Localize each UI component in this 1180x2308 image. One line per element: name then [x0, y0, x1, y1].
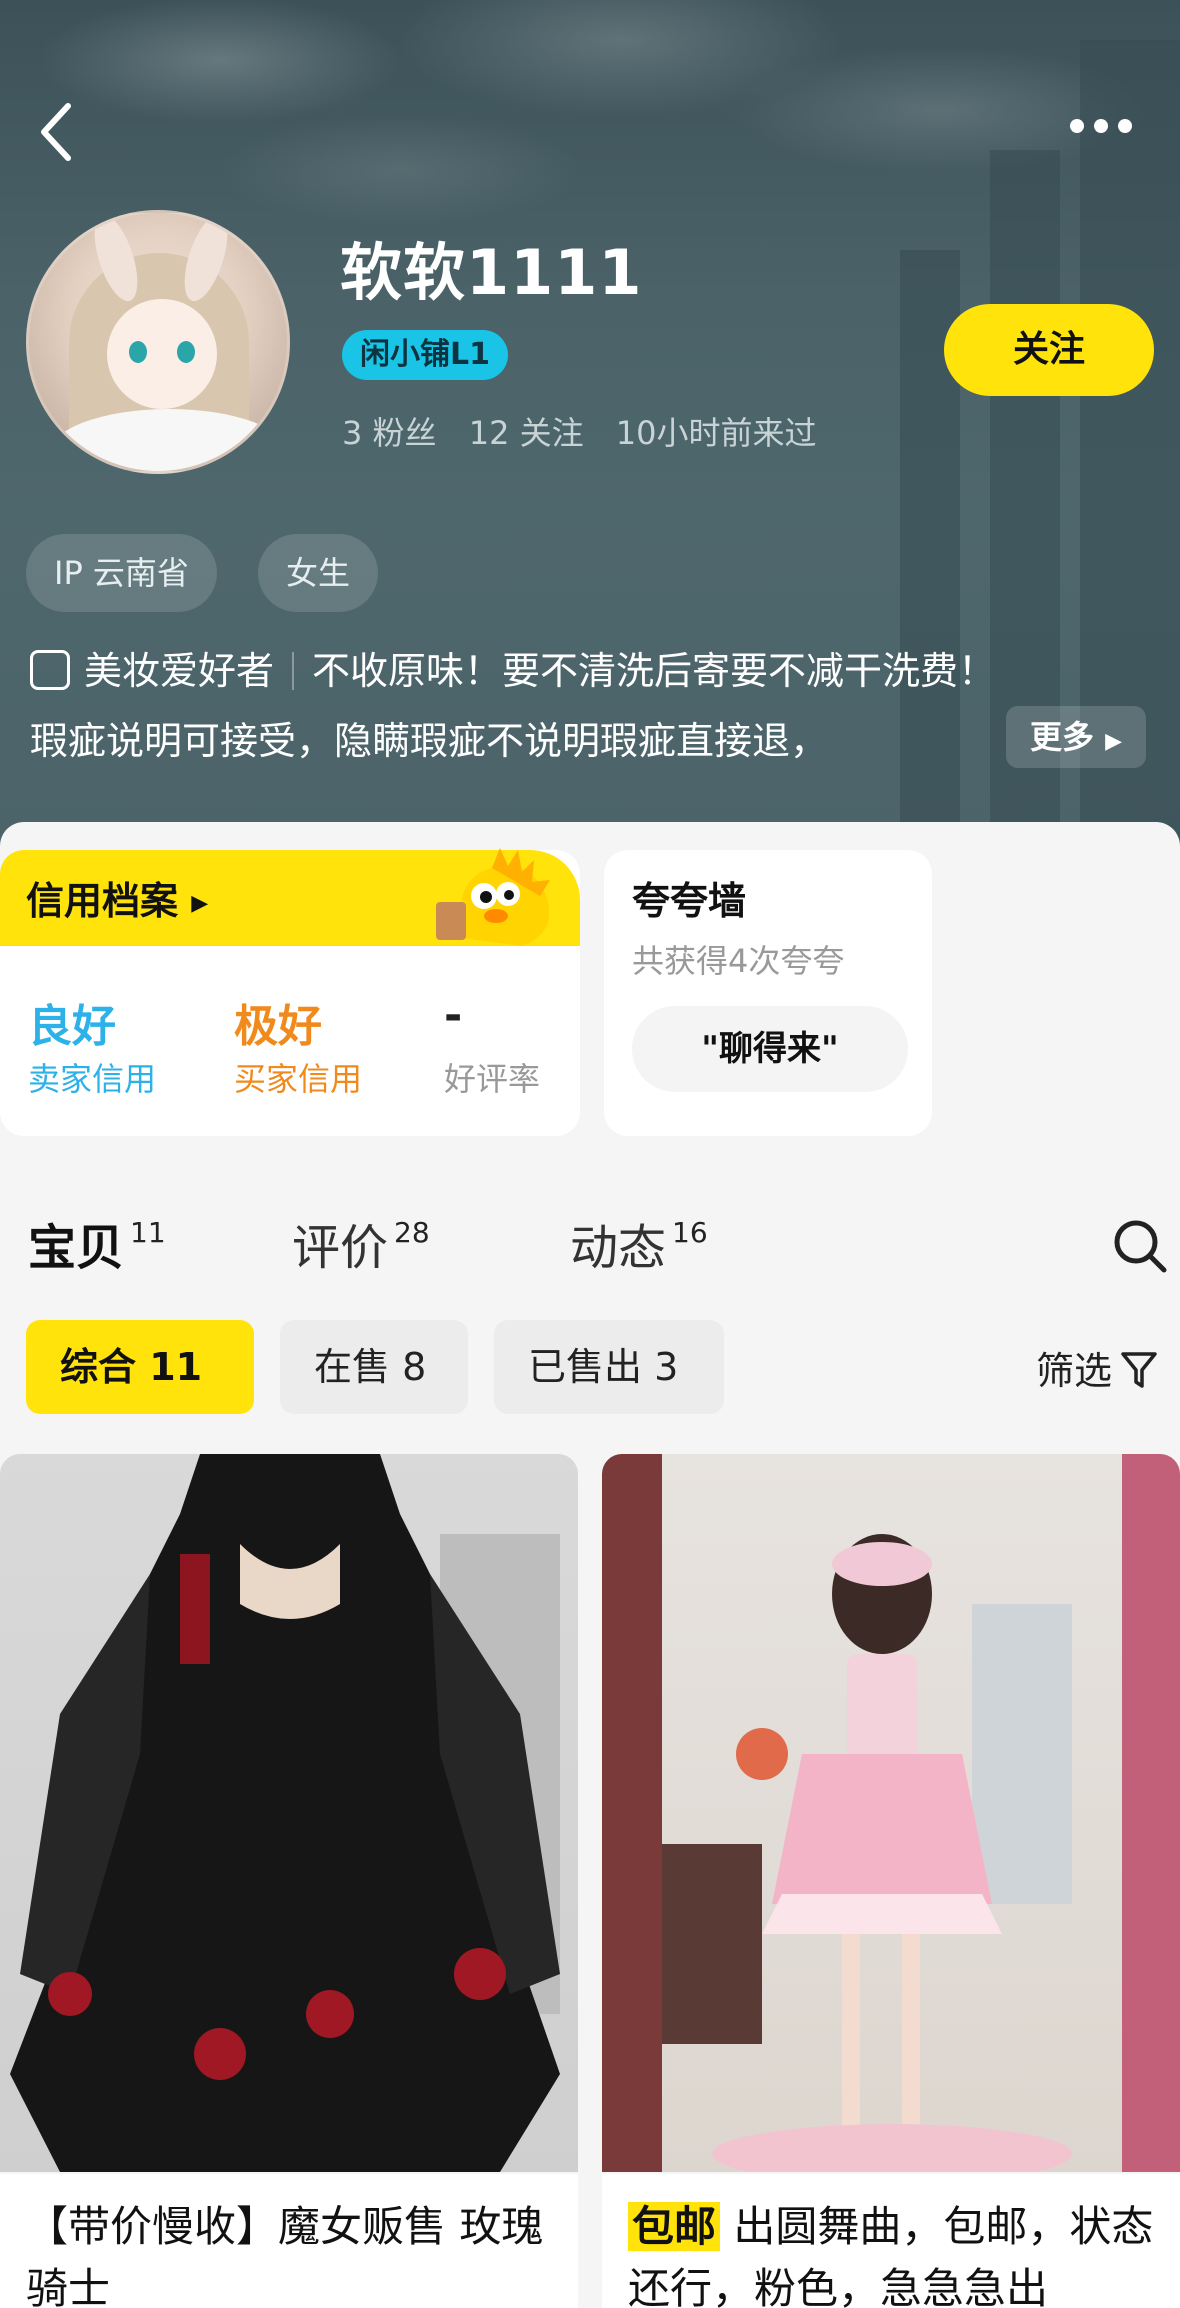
- bio-category: 美妆爱好者: [84, 649, 275, 693]
- free-shipping-tag: 包邮: [628, 2202, 721, 2251]
- ip-location-tag: IP 云南省: [26, 534, 217, 612]
- seller-credit-value: 良好: [28, 1001, 116, 1052]
- dress-image: [10, 1454, 560, 2172]
- product-caption-2[interactable]: 包邮 出圆舞曲，包邮，状态还行，粉色，急急急出: [602, 2174, 1180, 2308]
- followers-count[interactable]: 3 粉丝: [342, 414, 437, 452]
- credit-title[interactable]: 信用档案 ▶: [26, 870, 208, 925]
- bio-line-1: 美妆爱好者 不收原味！要不清洗后寄要不减干洗费！: [30, 640, 996, 695]
- mascot-icon: [436, 848, 550, 946]
- chevron-left-icon: [41, 103, 71, 161]
- tab-activity[interactable]: 动态 16: [570, 1208, 708, 1278]
- avatar-eye: [177, 341, 195, 363]
- dress-image: [602, 1454, 1180, 2172]
- more-options-button[interactable]: [1070, 118, 1150, 148]
- credit-title-text: 信用档案: [26, 879, 179, 923]
- positive-rate-label: 好评率: [444, 1060, 541, 1098]
- divider: [292, 652, 295, 690]
- filter-chip-on-sale[interactable]: 在售 8: [280, 1320, 468, 1414]
- praise-wall-card[interactable]: 夸夸墙 共获得4次夸夸 "聊得来": [604, 850, 932, 1136]
- tab-label: 宝贝: [28, 1220, 125, 1276]
- funnel-icon: [1121, 1352, 1157, 1388]
- product-image-2[interactable]: [602, 1454, 1180, 2172]
- username: 软软1111: [340, 236, 643, 309]
- tab-items[interactable]: 宝贝 11: [28, 1208, 166, 1278]
- filter-button[interactable]: 筛选: [1036, 1340, 1158, 1395]
- praise-subtitle: 共获得4次夸夸: [632, 942, 845, 980]
- profile-header: 软软1111 闲小铺L1 3 粉丝 12 关注 10小时前来过 关注 IP 云南…: [0, 0, 1180, 850]
- tab-label: 评价: [292, 1220, 389, 1276]
- dot-icon: [1094, 119, 1108, 133]
- dot-icon: [1070, 119, 1084, 133]
- gender-tag: 女生: [258, 534, 379, 612]
- positive-rate-value: -: [444, 990, 463, 1041]
- praise-title: 夸夸墙: [632, 879, 747, 923]
- product-image-1[interactable]: [0, 1454, 578, 2172]
- seller-credit-label: 卖家信用: [28, 1060, 157, 1098]
- level-badge[interactable]: 闲小铺L1: [342, 330, 508, 380]
- product-caption-1[interactable]: 【带价慢收】魔女贩售 玫瑰骑士: [0, 2174, 578, 2308]
- profile-stats: 3 粉丝 12 关注 10小时前来过: [342, 408, 839, 454]
- filter-label: 筛选: [1036, 1349, 1113, 1393]
- filter-chip-all[interactable]: 综合 11 ▼: [26, 1320, 254, 1476]
- buyer-credit-value: 极好: [234, 1001, 322, 1052]
- last-seen: 10小时前来过: [615, 414, 817, 452]
- tab-reviews[interactable]: 评价 28: [292, 1208, 430, 1278]
- filter-chip-sold[interactable]: 已售出 3: [494, 1320, 724, 1414]
- shirt-icon: [30, 650, 70, 690]
- avatar-face: [107, 299, 217, 409]
- buyer-credit-label: 买家信用: [234, 1060, 363, 1098]
- caret-right-icon: ▶: [191, 891, 209, 916]
- praise-chip[interactable]: "聊得来": [632, 1006, 908, 1092]
- caret-right-icon: ▶: [1105, 729, 1123, 754]
- follow-button[interactable]: 关注: [944, 304, 1154, 396]
- tab-label: 动态: [570, 1220, 667, 1276]
- search-icon[interactable]: [1112, 1218, 1168, 1274]
- tab-count: 16: [672, 1216, 708, 1249]
- tab-count: 28: [394, 1216, 430, 1249]
- following-count[interactable]: 12 关注: [469, 414, 584, 452]
- back-button[interactable]: [36, 100, 96, 170]
- dot-icon: [1118, 119, 1132, 133]
- bio-text-1: 不收原味！要不清洗后寄要不减干洗费！: [312, 649, 997, 693]
- bio-more-button[interactable]: 更多 ▶: [1006, 706, 1146, 768]
- bio-line-2: 瑕疵说明可接受，隐瞒瑕疵不说明瑕疵直接退，: [30, 719, 829, 763]
- avatar-eye: [129, 341, 147, 363]
- more-label: 更多: [1029, 718, 1094, 756]
- avatar[interactable]: [26, 210, 290, 474]
- chip-label: 综合 11: [60, 1345, 203, 1389]
- tab-count: 11: [130, 1216, 166, 1249]
